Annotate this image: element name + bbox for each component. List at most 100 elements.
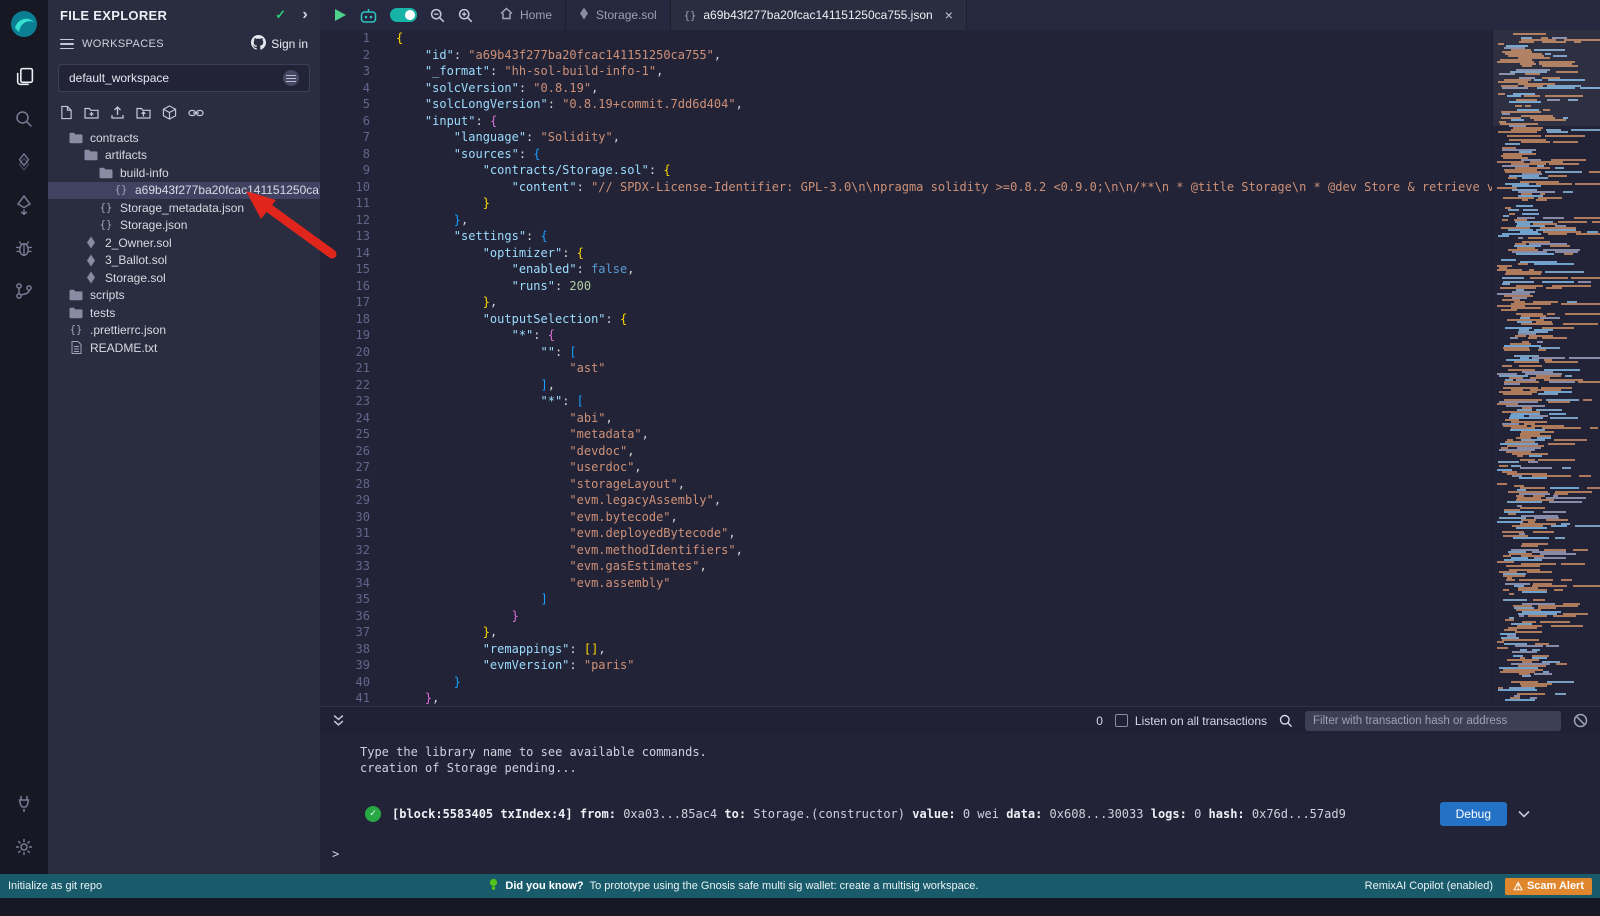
code-line: 3 "_format": "hh-sol-build-info-1", bbox=[320, 63, 1600, 80]
filter-input[interactable] bbox=[1305, 711, 1561, 731]
code-line: 26 "devdoc", bbox=[320, 443, 1600, 460]
code-line: 7 "language": "Solidity", bbox=[320, 129, 1600, 146]
clear-console-icon[interactable] bbox=[1573, 713, 1588, 728]
tree-item-label: Storage.json bbox=[120, 218, 187, 232]
ai-copilot-icon[interactable] bbox=[360, 8, 377, 23]
zoom-out-icon[interactable] bbox=[430, 8, 445, 23]
code-line: 12 }, bbox=[320, 212, 1600, 229]
tree-item-label: build-info bbox=[120, 166, 169, 180]
workspace-selector[interactable]: default_workspace bbox=[58, 64, 310, 92]
solidity-compiler-icon[interactable] bbox=[11, 149, 37, 175]
tab-home[interactable]: Home bbox=[487, 0, 566, 30]
code-line: 11 } bbox=[320, 195, 1600, 212]
create-file-button[interactable] bbox=[60, 105, 73, 120]
terminal-prompt[interactable]: > bbox=[332, 846, 339, 862]
tree-item[interactable]: contracts bbox=[48, 129, 320, 147]
copilot-status[interactable]: RemixAI Copilot (enabled) bbox=[1365, 880, 1493, 892]
editor-controls bbox=[320, 0, 487, 30]
code-line: 19 "*": { bbox=[320, 327, 1600, 344]
git-icon[interactable] bbox=[11, 278, 37, 304]
terminal[interactable]: Type the library name to see available c… bbox=[320, 734, 1600, 874]
copilot-toggle[interactable] bbox=[390, 8, 417, 22]
run-script-button[interactable] bbox=[334, 8, 347, 22]
hamburger-menu-icon[interactable] bbox=[60, 39, 74, 50]
tree-item-label: 3_Ballot.sol bbox=[105, 253, 167, 267]
tree-item[interactable]: 3_Ballot.sol bbox=[48, 252, 320, 270]
code-line: 38 "remappings": [], bbox=[320, 641, 1600, 658]
git-init-button[interactable]: Initialize as git repo bbox=[8, 880, 102, 892]
deploy-run-icon[interactable] bbox=[11, 192, 37, 218]
sol-icon bbox=[83, 236, 99, 249]
load-package-button[interactable] bbox=[162, 105, 177, 120]
tree-item-label: a69b43f277ba20fcac141151250ca7... bbox=[135, 183, 320, 197]
create-folder-button[interactable] bbox=[84, 106, 99, 119]
file-explorer-icon[interactable] bbox=[11, 63, 37, 89]
status-bar: Initialize as git repo Did you know? To … bbox=[0, 874, 1600, 898]
tree-item[interactable]: tests bbox=[48, 304, 320, 322]
terminal-toolbar: 0 Listen on all transactions bbox=[320, 706, 1600, 734]
tree-item[interactable]: 2_Owner.sol bbox=[48, 234, 320, 252]
success-check-icon: ✓ bbox=[365, 806, 381, 822]
tree-item[interactable]: artifacts bbox=[48, 147, 320, 165]
workspaces-row: WORKSPACES Sign in bbox=[48, 32, 320, 56]
code-line: 14 "optimizer": { bbox=[320, 245, 1600, 262]
code-line: 23 "*": [ bbox=[320, 393, 1600, 410]
tab-label: Storage.sol bbox=[596, 8, 657, 22]
chevron-right-icon[interactable]: › bbox=[302, 7, 308, 23]
sol-icon bbox=[83, 254, 99, 267]
code-line: 36 } bbox=[320, 608, 1600, 625]
code-line: 15 "enabled": false, bbox=[320, 261, 1600, 278]
transaction-summary[interactable]: [block:5583405 txIndex:4] from: 0xa03...… bbox=[392, 806, 1429, 822]
tree-item[interactable]: {}Storage.json bbox=[48, 217, 320, 235]
chevron-down-icon[interactable] bbox=[1518, 806, 1530, 822]
minimap-row bbox=[1493, 183, 1600, 185]
code-line: 1{ bbox=[320, 30, 1600, 47]
file-explorer-panel: FILE EXPLORER ✓ › WORKSPACES Sign in def… bbox=[48, 0, 320, 874]
scam-alert-label: Scam Alert bbox=[1527, 880, 1584, 892]
tree-item[interactable]: Storage.sol bbox=[48, 269, 320, 287]
tab-label: Home bbox=[520, 8, 552, 22]
upload-folder-button[interactable] bbox=[136, 106, 151, 119]
expand-terminal-icon[interactable] bbox=[332, 714, 345, 727]
tree-item-label: 2_Owner.sol bbox=[105, 236, 172, 250]
sol-icon bbox=[83, 271, 99, 284]
listen-checkbox[interactable] bbox=[1115, 714, 1128, 727]
minimap-row bbox=[1493, 171, 1600, 173]
upload-file-button[interactable] bbox=[110, 105, 125, 120]
tree-item-label: README.txt bbox=[90, 341, 157, 355]
plugin-manager-icon[interactable] bbox=[11, 791, 37, 817]
zoom-in-icon[interactable] bbox=[458, 8, 473, 23]
code-editor[interactable]: 1{2 "id": "a69b43f277ba20fcac141151250ca… bbox=[320, 30, 1600, 706]
sign-in-button[interactable]: Sign in bbox=[251, 35, 308, 53]
search-icon[interactable] bbox=[11, 106, 37, 132]
workspace-menu-icon[interactable] bbox=[283, 70, 299, 86]
scam-alert-badge[interactable]: ⚠ Scam Alert bbox=[1505, 878, 1592, 895]
debugger-icon[interactable] bbox=[11, 235, 37, 261]
search-icon[interactable] bbox=[1279, 714, 1293, 728]
tree-item[interactable]: {}a69b43f277ba20fcac141151250ca7... bbox=[48, 182, 320, 200]
tab-a69b43f277ba20fcac141151250ca755-json[interactable]: {}a69b43f277ba20fcac141151250ca755.json× bbox=[671, 0, 967, 30]
code-line: 16 "runs": 200 bbox=[320, 278, 1600, 295]
code-line: 33 "evm.gasEstimates", bbox=[320, 558, 1600, 575]
code-line: 28 "storageLayout", bbox=[320, 476, 1600, 493]
settings-icon[interactable] bbox=[11, 834, 37, 860]
tree-item[interactable]: {}Storage_metadata.json bbox=[48, 199, 320, 217]
tree-item[interactable]: {}.prettierrc.json bbox=[48, 322, 320, 340]
bottom-strip bbox=[0, 898, 1600, 916]
minimap-row bbox=[1493, 277, 1600, 279]
debug-button[interactable]: Debug bbox=[1440, 802, 1507, 826]
tab-storage-sol[interactable]: Storage.sol bbox=[566, 0, 671, 30]
tree-item[interactable]: scripts bbox=[48, 287, 320, 305]
tree-item-label: tests bbox=[90, 306, 115, 320]
link-button[interactable] bbox=[188, 108, 204, 118]
minimap-row bbox=[1493, 699, 1600, 701]
minimap-slider[interactable] bbox=[1493, 30, 1600, 126]
panel-title: FILE EXPLORER bbox=[60, 8, 167, 23]
tree-item[interactable]: build-info bbox=[48, 164, 320, 182]
warning-icon: ⚠ bbox=[1513, 880, 1523, 893]
json-icon: {} bbox=[68, 324, 84, 336]
tree-item[interactable]: README.txt bbox=[48, 339, 320, 357]
json-icon: {} bbox=[98, 202, 114, 214]
minimap[interactable] bbox=[1492, 30, 1600, 706]
close-icon[interactable]: × bbox=[945, 8, 953, 22]
